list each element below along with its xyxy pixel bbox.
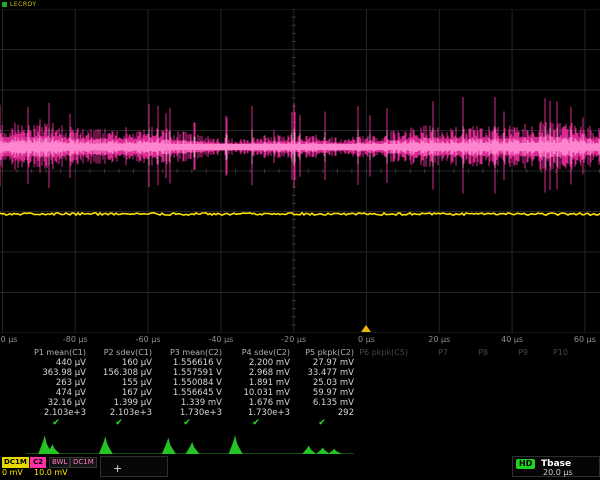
measure-value: 363.98 µV [42,368,86,378]
oscilloscope-screen: LECROY -100 µs -80 µs -60 µs -40 µs -20 µs 0 … [0,0,600,480]
measure-value: 33.477 mV [307,368,354,378]
measure-column: P10 [528,348,568,418]
measure-value: 160 µV [122,358,152,368]
waveform-canvas [0,9,600,333]
measure-value: 2.200 mV [249,358,290,368]
measure-value: 155 µV [122,378,152,388]
channel-c2-button[interactable]: C2 [30,457,46,468]
measure-value: 1.676 mV [249,398,290,408]
histicon[interactable] [86,428,152,454]
measure-value: 156.308 µV [103,368,152,378]
measure-value: 167 µV [122,388,152,398]
measure-value: 1.730e+3 [248,408,290,418]
measure-column: P6 pkpk(C5) [354,348,408,418]
measure-column: P8 [448,348,488,418]
time-axis-label: 40 µs [501,335,523,344]
c1-offset-fragment: 0 mV [2,468,23,477]
channel-strip: DC1M C2 BWL DC1M 0 mV 10.0 mV + HD Tbase… [0,456,600,478]
c2-bandwidth-limit-badge[interactable]: BWL [49,457,70,468]
hd-mode-badge: HD [516,459,535,469]
histicon[interactable] [222,428,290,454]
measure-value: 1.556645 V [173,388,222,398]
measure-column: P4 sdev(C2)2.200 mV2.968 mV1.891 mV10.03… [222,348,290,428]
trigger-time-marker-icon[interactable] [361,325,371,332]
measure-header-8[interactable]: P8 [478,348,488,358]
histicon[interactable] [290,428,354,454]
time-axis-label: 0 µs [358,335,375,344]
measure-value: 474 µV [56,388,86,398]
measure-status-ok-icon: ✔ [52,418,60,428]
measure-value: 27.97 mV [313,358,354,368]
top-strip: LECROY [0,0,600,9]
measure-column: P3 mean(C2)1.556616 V1.557591 V1.550084 … [152,348,222,428]
measure-value: 1.550084 V [173,378,222,388]
measure-value: 2.968 mV [249,368,290,378]
timebase-descriptor[interactable]: HD Tbase 20.0 µs [512,456,600,477]
measure-value: 10.031 mV [243,388,290,398]
measure-value: 1.339 mV [181,398,222,408]
measure-value: 2.103e+3 [44,408,86,418]
measure-header-2[interactable]: P2 sdev(C1) [104,348,152,358]
measure-value: 1.557591 V [173,368,222,378]
brand-label: LECROY [10,1,37,8]
waveform-display[interactable] [0,9,600,333]
measure-header-4[interactable]: P4 sdev(C2) [242,348,290,358]
measure-status-ok-icon: ✔ [252,418,260,428]
measure-header-7[interactable]: P7 [438,348,448,358]
measure-status-ok-icon: ✔ [318,418,326,428]
time-axis-label: 60 µs [574,335,596,344]
time-axis-label: -100 µs [0,335,17,344]
measure-value: 1.399 µV [114,398,152,408]
measure-header-1[interactable]: P1 mean(C1) [34,348,86,358]
c2-coupling-badge[interactable]: DC1M [70,457,97,468]
plus-icon: + [113,462,122,475]
measure-value: 440 µV [56,358,86,368]
measure-header-6[interactable]: P6 pkpk(C5) [359,348,408,358]
time-axis-label: -80 µs [63,335,88,344]
measure-value: 1.556616 V [173,358,222,368]
measure-column: P9 [488,348,528,418]
measure-column: P7 [408,348,448,418]
measurement-histicons [0,428,600,456]
measure-header-3[interactable]: P3 mean(C2) [170,348,222,358]
measure-column: P1 mean(C1)440 µV363.98 µV263 µV474 µV32… [26,348,86,428]
measure-header-5[interactable]: P5 pkpk(C2) [305,348,354,358]
histicon[interactable] [152,428,222,454]
measure-value: 263 µV [56,378,86,388]
measure-value: 1.730e+3 [180,408,222,418]
c1-scale-value: 10.0 mV [34,468,68,477]
timebase-per-div: 20.0 µs [543,468,573,477]
measure-value: 25.03 mV [313,378,354,388]
brand-mark-icon [2,2,7,7]
time-axis-label: 20 µs [428,335,450,344]
time-axis: -100 µs -80 µs -60 µs -40 µs -20 µs 0 µs 20 µs… [0,333,600,348]
time-axis-label: -20 µs [281,335,306,344]
measure-status-ok-icon: ✔ [115,418,123,428]
measure-value: 32.16 µV [48,398,86,408]
measure-value: 59.97 mV [313,388,354,398]
histicon[interactable] [26,428,86,454]
c1-coupling-badge[interactable]: DC1M [2,457,29,468]
measure-value: 2.103e+3 [110,408,152,418]
measure-value: 292 [338,408,354,418]
measure-value: 1.891 mV [249,378,290,388]
time-axis-label: -60 µs [136,335,161,344]
time-axis-label: -40 µs [208,335,233,344]
measure-value: 6.135 mV [313,398,354,408]
measure-column: P5 pkpk(C2)27.97 mV33.477 mV25.03 mV59.9… [290,348,354,428]
measure-header-10[interactable]: P10 [553,348,568,358]
add-trace-button[interactable]: + [100,456,168,477]
measure-column: P2 sdev(C1)160 µV156.308 µV155 µV167 µV1… [86,348,152,428]
measure-status-ok-icon: ✔ [183,418,191,428]
measurement-table: P1 mean(C1)440 µV363.98 µV263 µV474 µV32… [0,348,600,428]
measure-header-9[interactable]: P9 [518,348,528,358]
